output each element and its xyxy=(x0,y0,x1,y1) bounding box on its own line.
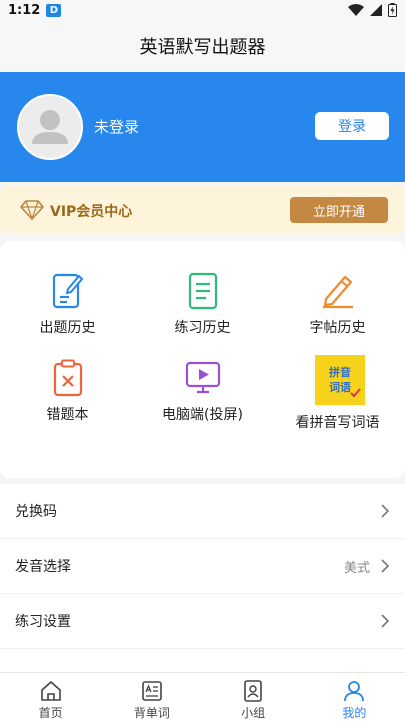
home-icon xyxy=(38,678,64,704)
document-list-icon xyxy=(183,271,223,311)
user-icon xyxy=(341,678,367,704)
monitor-play-icon xyxy=(183,358,223,398)
tab-label: 背单词 xyxy=(133,706,170,720)
feature-pinyin-words[interactable]: 拼音 词语 看拼音写词语 xyxy=(270,355,405,445)
tab-label: 首页 xyxy=(38,706,63,720)
feature-error-book[interactable]: 错题本 xyxy=(0,358,135,448)
menu-item-label: 练习设置 xyxy=(15,614,71,630)
avatar[interactable] xyxy=(17,94,83,160)
chevron-right-icon xyxy=(381,559,390,573)
feature-question-history[interactable]: 出题历史 xyxy=(0,271,135,361)
vip-activate-button[interactable]: 立即开通 xyxy=(290,197,388,223)
feature-copybook-history[interactable]: 字帖历史 xyxy=(270,271,405,361)
chevron-right-icon xyxy=(381,614,390,628)
login-status-text: 未登录 xyxy=(94,118,140,136)
pronunciation-value: 美式 xyxy=(343,560,370,576)
feature-practice-history[interactable]: 练习历史 xyxy=(135,271,270,361)
chevron-right-icon xyxy=(381,504,390,518)
menu-item-pronunciation[interactable]: 发音选择 美式 xyxy=(0,539,405,594)
group-icon xyxy=(240,678,266,704)
status-icons xyxy=(348,3,397,17)
feature-label: 电脑端(投屏) xyxy=(162,407,243,423)
tab-mine[interactable]: 我的 xyxy=(304,673,405,723)
bottom-tab-bar: 首页 背单词 小组 我的 xyxy=(0,672,405,723)
feature-label: 错题本 xyxy=(46,407,89,423)
title-bar: 英语默写出题器 xyxy=(0,20,405,72)
feature-grid: 出题历史 练习历史 字帖历史 错题本 电脑端(投屏) 拼音 词语 看拼音写词语 xyxy=(0,241,405,478)
tab-vocabulary[interactable]: 背单词 xyxy=(101,673,202,723)
user-silhouette-icon xyxy=(32,110,68,144)
signal-icon xyxy=(370,4,382,16)
pencil-icon xyxy=(318,271,358,311)
menu-item-label: 发音选择 xyxy=(15,559,71,575)
battery-icon xyxy=(388,3,397,17)
error-book-icon xyxy=(48,358,88,398)
svg-text:拼音: 拼音 xyxy=(329,365,351,379)
feature-label: 出题历史 xyxy=(39,320,96,336)
menu-item-practice-settings[interactable]: 练习设置 xyxy=(0,594,405,649)
feature-label: 看拼音写词语 xyxy=(295,415,380,431)
feature-label: 字帖历史 xyxy=(309,320,366,336)
settings-menu: 兑换码 发音选择 美式 练习设置 xyxy=(0,484,405,704)
feature-desktop-cast[interactable]: 电脑端(投屏) xyxy=(135,358,270,448)
vip-banner[interactable]: VIP会员中心 立即开通 xyxy=(0,186,405,234)
status-bar: 1:12 D xyxy=(0,0,405,20)
page-title: 英语默写出题器 xyxy=(139,37,266,58)
feature-label: 练习历史 xyxy=(174,320,231,336)
wifi-icon xyxy=(348,4,364,16)
document-edit-icon xyxy=(48,271,88,311)
tab-label: 小组 xyxy=(241,706,266,720)
menu-item-redeem-code[interactable]: 兑换码 xyxy=(0,484,405,539)
menu-item-label: 兑换码 xyxy=(15,504,57,520)
pinyin-icon: 拼音 词语 xyxy=(315,355,365,405)
profile-header: 未登录 登录 xyxy=(0,72,405,182)
login-button[interactable]: 登录 xyxy=(315,112,389,140)
status-time: 1:12 xyxy=(8,2,41,18)
svg-text:词语: 词语 xyxy=(329,380,351,394)
diamond-icon xyxy=(20,200,44,221)
tab-group[interactable]: 小组 xyxy=(203,673,304,723)
word-card-icon xyxy=(139,678,165,704)
tab-home[interactable]: 首页 xyxy=(0,673,101,723)
app-notification-icon: D xyxy=(46,3,62,17)
vip-title: VIP会员中心 xyxy=(50,204,133,220)
tab-label: 我的 xyxy=(342,706,367,720)
